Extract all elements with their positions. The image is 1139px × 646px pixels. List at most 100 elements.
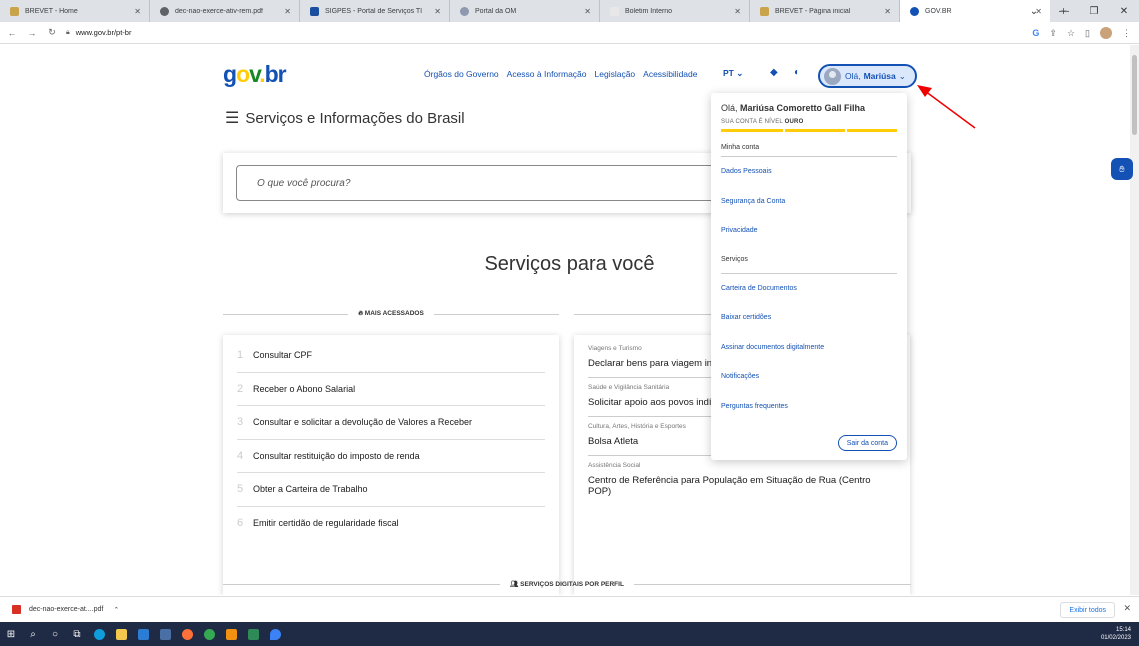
nav-link[interactable]: Acesso à Informação [507,69,587,79]
govbr-logo[interactable]: gov.br [223,61,286,88]
profile-avatar[interactable] [1100,27,1112,39]
edge-logo [94,629,105,640]
favicon [310,7,319,16]
menu-dots-icon[interactable]: ⋮ [1122,28,1131,39]
download-item[interactable]: dec-nao-exerce-at....pdf ⌃ [12,605,119,614]
reload-icon[interactable]: ↻ [44,27,60,38]
tab-title: BREVET - Página inicial [775,8,880,15]
user-menu-button[interactable]: Olá,Mariúsa ⌄ [818,64,917,88]
file-explorer-icon[interactable] [110,622,132,646]
windows-taskbar: ⊞ ⌕ ○ ⧉ 15:14 01/02/2023 [0,622,1139,646]
search-icon[interactable]: ⌕ [22,622,44,646]
item-number: 4 [237,450,253,462]
close-tab-icon[interactable]: ✕ [884,7,891,16]
list-item[interactable]: 1Consultar CPF [237,339,545,373]
tab-title: Portal da OM [475,8,580,15]
app-green-icon[interactable] [242,622,264,646]
favicon [160,7,169,16]
dropdown-item-assinar[interactable]: Assinar documentos digitalmente [721,333,897,363]
browser-tab[interactable]: BREVET - Home✕ [0,0,150,22]
maximize-icon[interactable]: ❐ [1079,6,1109,17]
store-icon[interactable] [154,622,176,646]
dropdown-item-faq[interactable]: Perguntas frequentes [721,392,897,422]
dropdown-item-certidoes[interactable]: Baixar certidões [721,303,897,333]
color-theme-icon[interactable]: ◆ [770,67,778,78]
browser-tab[interactable]: dec-nao-exerce-ativ-rem.pdf✕ [150,0,300,22]
dropdown-item-dados-pessoais[interactable]: Dados Pessoais [721,157,897,187]
bookmark-star-icon[interactable]: ☆ [1067,28,1075,39]
main-menu-toggle[interactable]: ☰ Serviços e Informações do Brasil [225,108,465,128]
nav-link[interactable]: Acessibilidade [643,69,697,79]
greeting-text: Olá, [721,103,738,113]
list-item[interactable]: 4Consultar restituição do imposto de ren… [237,440,545,474]
nav-link[interactable]: Órgãos do Governo [424,69,499,79]
logout-button[interactable]: Sair da conta [838,435,897,451]
forward-icon[interactable]: → [24,28,40,38]
close-tab-icon[interactable]: ✕ [734,7,741,16]
contrast-icon[interactable]: ◐ [794,67,800,78]
task-view-icon[interactable]: ⧉ [66,622,88,646]
dropdown-greeting: Olá, Mariúsa Comoretto Gall Filha [721,103,897,113]
show-all-downloads-button[interactable]: Exibir todos [1060,602,1115,618]
url-field[interactable]: 🔒︎ www.gov.br/pt-br [66,25,131,41]
edge-icon[interactable] [88,622,110,646]
language-selector[interactable]: PT ⌄ [723,68,743,79]
back-icon[interactable]: ← [4,28,20,38]
scrollbar-thumb[interactable] [1132,55,1137,135]
list-item[interactable]: 3Consultar e solicitar a devolução de Va… [237,406,545,440]
highlight-category: Assistência Social [588,462,896,469]
browser-tab[interactable]: Boletim Interno✕ [600,0,750,22]
dropdown-item-privacidade[interactable]: Privacidade [721,216,897,246]
minimize-icon[interactable]: — [1049,6,1079,17]
close-tab-icon[interactable]: ✕ [134,7,141,16]
app-drop-icon[interactable] [264,622,286,646]
highlight-item[interactable]: Assistência Social Centro de Referência p… [588,456,896,505]
download-bar: dec-nao-exerce-at....pdf ⌃ Exibir todos … [0,596,1139,622]
store-logo [160,629,171,640]
hamburger-icon: ☰ [225,108,239,128]
favicon [10,7,19,16]
list-item[interactable]: 6Emitir certidão de regularidade fiscal [237,507,545,541]
toolbar-icons: G ⇪ ☆ ▯ ⋮ [1032,22,1131,44]
pdf-file-icon [12,605,21,614]
close-download-bar-icon[interactable]: ✕ [1123,603,1131,614]
dropdown-item-seguranca[interactable]: Segurança da Conta [721,187,897,217]
accessibility-vlibras-icon[interactable]: ✋︎ [1111,158,1133,180]
nav-link[interactable]: Legislação [595,69,636,79]
share-icon[interactable]: ⇪ [1049,28,1057,39]
page-scrollbar[interactable] [1130,45,1139,595]
user-dropdown-menu: Olá, Mariúsa Comoretto Gall Filha SUA CO… [711,93,907,460]
lock-icon[interactable]: 🔒︎ [66,29,70,37]
close-window-icon[interactable]: ✕ [1109,6,1139,17]
sidepanel-icon[interactable]: ▯ [1085,28,1090,39]
item-label: Receber o Abono Salarial [253,384,355,394]
cortana-icon[interactable]: ○ [44,622,66,646]
close-tab-icon[interactable]: ✕ [584,7,591,16]
tab-search-icon[interactable]: ⌄ [1019,6,1049,17]
list-item[interactable]: 2Receber o Abono Salarial [237,373,545,407]
close-tab-icon[interactable]: ✕ [434,7,441,16]
google-icon[interactable]: G [1032,28,1039,38]
menu-title-text: Serviços e Informações do Brasil [245,110,464,127]
system-clock[interactable]: 15:14 01/02/2023 [1101,626,1131,642]
start-windows-icon[interactable]: ⊞ [0,622,22,646]
browser-tab[interactable]: Portal da OM ✕ [450,0,600,22]
search-input[interactable]: O que você procura? [236,165,721,201]
firefox-icon[interactable] [176,622,198,646]
item-number: 1 [237,349,253,361]
chevron-up-icon[interactable]: ⌃ [113,606,119,614]
highlight-title: Centro de Referência para População em S… [588,475,896,497]
dropdown-item-notificacoes[interactable]: Notificações [721,362,897,392]
close-tab-icon[interactable]: ✕ [284,7,291,16]
dropdown-item-carteira[interactable]: Carteira de Documentos [721,274,897,304]
mail-icon[interactable] [132,622,154,646]
app-orange-icon[interactable] [220,622,242,646]
app-logo [270,629,281,640]
chrome-icon[interactable] [198,622,220,646]
browser-tab[interactable]: BREVET - Página inicial ✕ [750,0,900,22]
most-accessed-divider: 🔥︎ MAIS ACESSADOS [223,307,559,321]
greeting-text: Olá, [845,71,861,81]
list-item[interactable]: 5Obter a Carteira de Trabalho [237,473,545,507]
download-filename: dec-nao-exerce-at....pdf [29,606,103,613]
browser-tab[interactable]: SIGPES - Portal de Serviços TI✕ [300,0,450,22]
